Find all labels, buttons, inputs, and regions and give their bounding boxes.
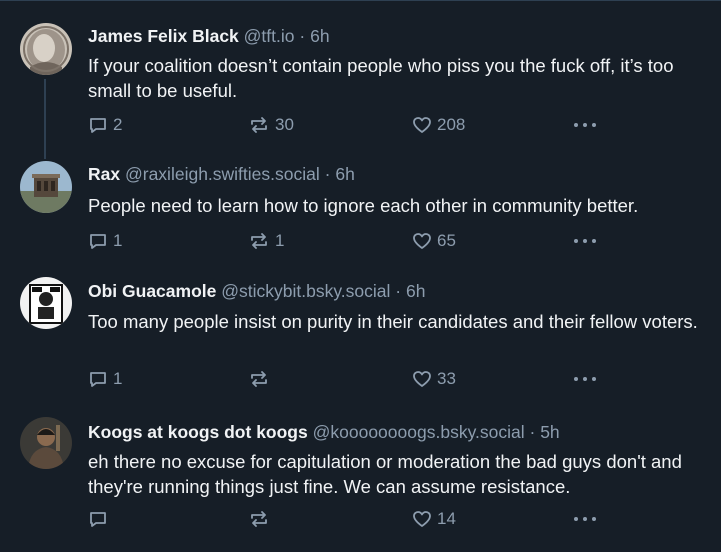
like-count: 14: [437, 509, 456, 528]
more-options-button[interactable]: [573, 113, 597, 137]
author-name[interactable]: Obi Guacamole: [88, 281, 216, 301]
post-actions: 1 1 65: [88, 229, 608, 253]
avatar[interactable]: [20, 23, 72, 75]
heart-outline-icon: [413, 233, 431, 249]
post-3[interactable]: Obi Guacamole @stickybit.bsky.social · 6…: [0, 263, 721, 403]
author-handle[interactable]: @raxileigh.swifties.social: [125, 164, 320, 184]
heart-outline-icon: [413, 117, 431, 133]
like-count: 65: [437, 231, 456, 250]
like-button[interactable]: 33: [412, 367, 456, 391]
repost-button[interactable]: 1: [248, 229, 284, 253]
ellipsis-icon: [574, 377, 596, 381]
like-count: 33: [437, 369, 456, 388]
repost-arrows-icon: [251, 233, 267, 249]
author-handle[interactable]: @stickybit.bsky.social: [221, 281, 390, 301]
post-2[interactable]: Rax @raxileigh.swifties.social · 6h Peop…: [0, 149, 721, 263]
repost-arrows-icon: [251, 371, 267, 387]
more-options-button[interactable]: [573, 507, 597, 531]
author-handle[interactable]: @tft.io: [244, 26, 295, 46]
heart-outline-icon: [413, 371, 431, 387]
post-header: Obi Guacamole @stickybit.bsky.social · 6…: [88, 280, 425, 302]
repost-count: 1: [275, 231, 285, 250]
repost-arrows-icon: [251, 511, 267, 527]
avatar[interactable]: [20, 277, 72, 329]
ellipsis-icon: [574, 239, 596, 243]
reply-count: 1: [113, 231, 123, 250]
author-handle[interactable]: @koooooooogs.bsky.social: [313, 422, 525, 442]
post-header: Rax @raxileigh.swifties.social · 6h: [88, 163, 355, 185]
post-actions: 1 33: [88, 367, 608, 391]
post-text: Too many people insist on purity in thei…: [88, 311, 698, 332]
repost-arrows-icon: [251, 117, 267, 133]
reply-count: 2: [113, 115, 123, 134]
reply-count: 1: [113, 369, 123, 388]
ellipsis-icon: [574, 123, 596, 127]
avatar[interactable]: [20, 417, 72, 469]
separator-dot: ·: [324, 164, 331, 184]
like-button[interactable]: 65: [412, 229, 456, 253]
post-text: eh there no excuse for capitulation or m…: [88, 451, 682, 497]
like-count: 208: [437, 115, 466, 134]
reply-button[interactable]: [88, 507, 113, 531]
author-name[interactable]: Koogs at koogs dot koogs: [88, 422, 308, 442]
post-actions: 14: [88, 507, 608, 531]
more-options-button[interactable]: [573, 229, 597, 253]
post-text: People need to learn how to ignore each …: [88, 195, 639, 216]
speech-bubble-icon: [90, 118, 106, 133]
author-name[interactable]: James Felix Black: [88, 26, 239, 46]
speech-bubble-icon: [90, 372, 106, 387]
post-text: If your coalition doesn’t contain people…: [88, 55, 674, 101]
reply-button[interactable]: 2: [88, 113, 122, 137]
separator-dot: ·: [395, 281, 402, 301]
repost-button[interactable]: [248, 507, 275, 531]
avatar[interactable]: [20, 161, 72, 213]
post-actions: 2 30 208: [88, 113, 608, 137]
post-time[interactable]: 6h: [335, 164, 354, 184]
more-options-button[interactable]: [573, 367, 597, 391]
speech-bubble-icon: [90, 512, 106, 527]
heart-outline-icon: [413, 511, 431, 527]
post-time[interactable]: 5h: [540, 422, 559, 442]
post-1[interactable]: James Felix Black @tft.io · 6h If your c…: [0, 1, 721, 149]
separator-dot: ·: [299, 26, 306, 46]
reply-button[interactable]: 1: [88, 367, 122, 391]
like-button[interactable]: 14: [412, 507, 456, 531]
repost-button[interactable]: [248, 367, 275, 391]
ellipsis-icon: [574, 517, 596, 521]
post-thread: James Felix Black @tft.io · 6h If your c…: [0, 0, 721, 551]
separator-dot: ·: [529, 422, 536, 442]
post-4[interactable]: Koogs at koogs dot koogs @koooooooogs.bs…: [0, 403, 721, 552]
post-header: James Felix Black @tft.io · 6h: [88, 25, 330, 47]
speech-bubble-icon: [90, 234, 106, 249]
post-time[interactable]: 6h: [310, 26, 329, 46]
repost-button[interactable]: 30: [248, 113, 294, 137]
post-time[interactable]: 6h: [406, 281, 425, 301]
repost-count: 30: [275, 115, 294, 134]
author-name[interactable]: Rax: [88, 164, 120, 184]
like-button[interactable]: 208: [412, 113, 465, 137]
post-header: Koogs at koogs dot koogs @koooooooogs.bs…: [88, 421, 560, 443]
reply-button[interactable]: 1: [88, 229, 122, 253]
